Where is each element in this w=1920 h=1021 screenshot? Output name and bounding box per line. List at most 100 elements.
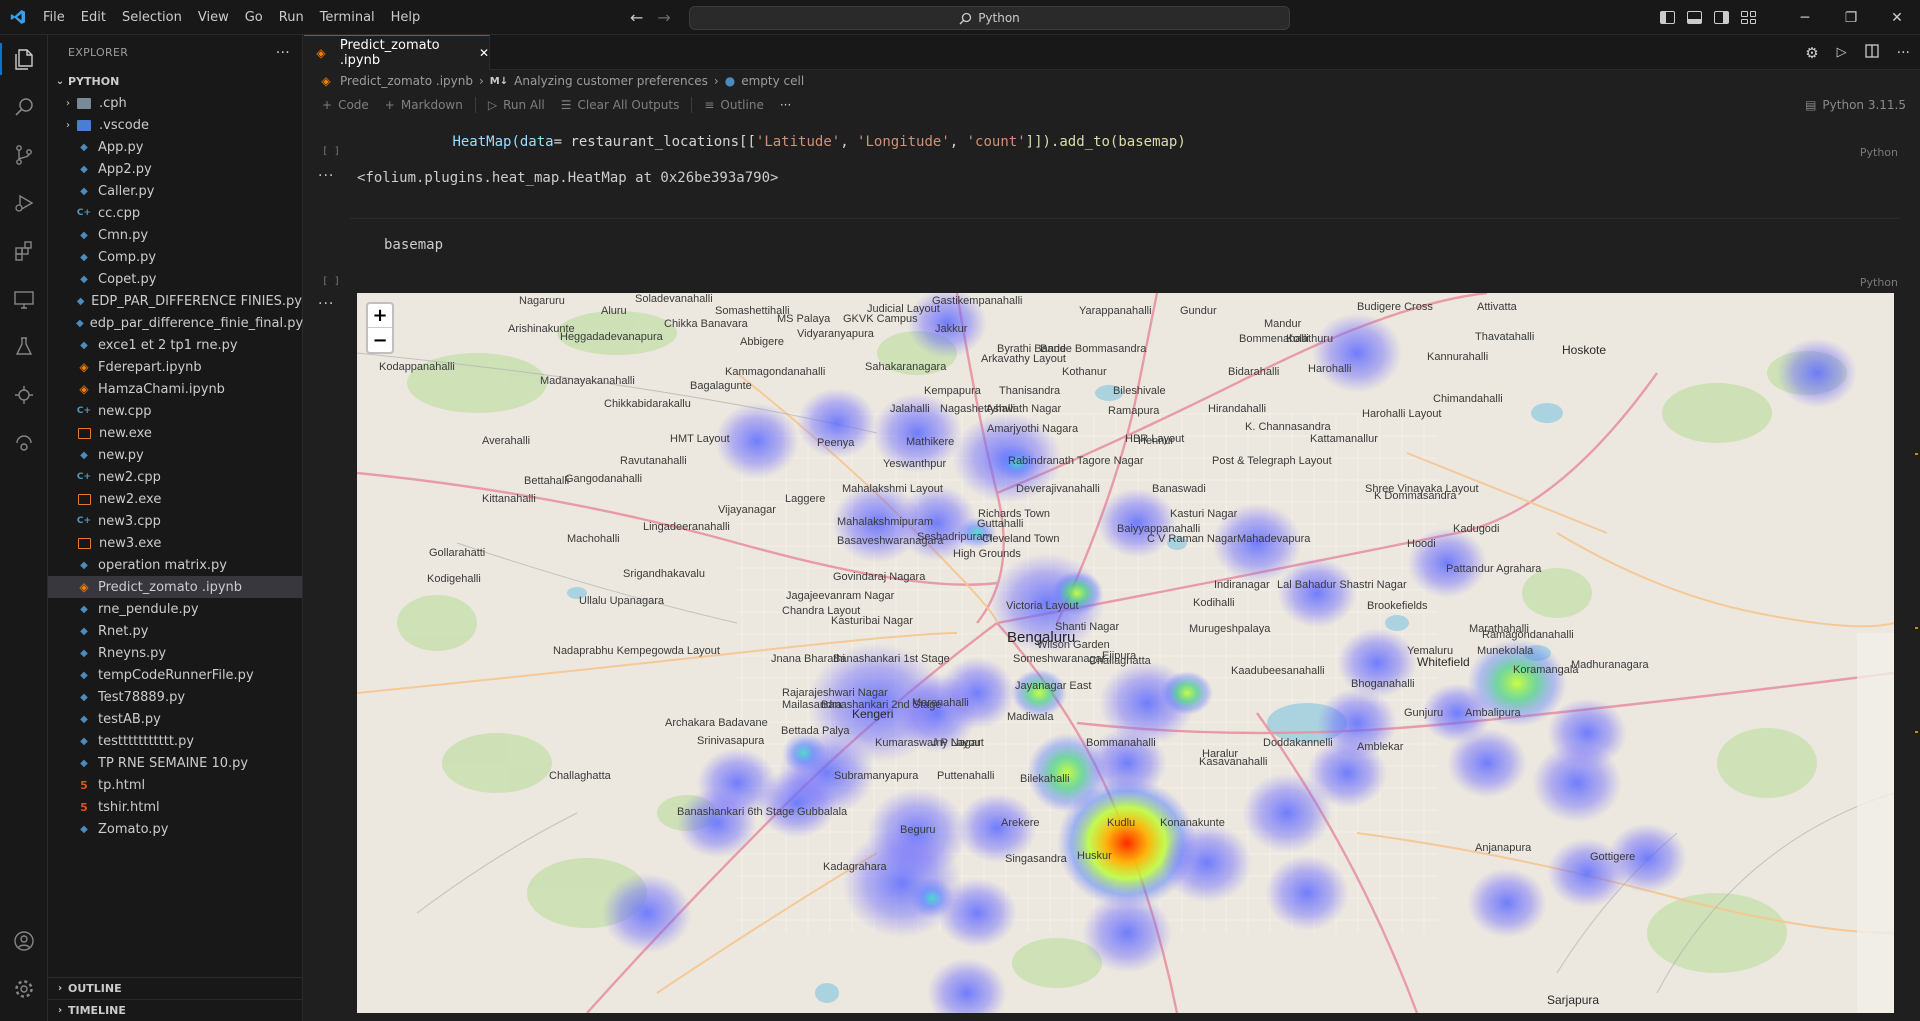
clear-outputs-button[interactable]: ☰ Clear All Outputs: [553, 98, 688, 112]
file-tree-item[interactable]: ◆ Copet.py: [48, 268, 302, 290]
map-place-label: Kasturi Nagar: [1170, 508, 1238, 520]
account-icon[interactable]: [0, 917, 48, 965]
testing-icon[interactable]: [0, 323, 48, 371]
outline-button[interactable]: ≡ Outline: [696, 98, 771, 112]
file-tree-item[interactable]: ◆ tempCodeRunnerFile.py: [48, 664, 302, 686]
file-tree-item[interactable]: ◆ Rneyns.py: [48, 642, 302, 664]
folium-map-output[interactable]: + − Soladevanahalli Somashettihalli Judici…: [357, 293, 1894, 1013]
file-tree-item[interactable]: ◆ edp_par_difference_finie_final.py: [48, 312, 303, 334]
menu-terminal[interactable]: Terminal: [312, 0, 383, 35]
customize-layout-icon[interactable]: [1741, 11, 1756, 24]
forward-arrow-icon[interactable]: →: [657, 8, 670, 27]
file-tree-item[interactable]: new.exe: [48, 422, 302, 444]
split-editor-icon[interactable]: [1864, 43, 1879, 62]
file-tree-item[interactable]: › .vscode: [48, 114, 302, 136]
source-control-icon[interactable]: [0, 131, 48, 179]
file-tree-item[interactable]: ◆ Rnet.py: [48, 620, 302, 642]
folder-header[interactable]: ⌄ PYTHON: [48, 70, 302, 92]
menu-selection[interactable]: Selection: [114, 0, 190, 35]
breadcrumb: ◈ Predict_zomato .ipynb › M↓ Analyzing c…: [304, 70, 1920, 92]
extensions-icon[interactable]: [0, 227, 48, 275]
menu-view[interactable]: View: [190, 0, 237, 35]
run-debug-icon[interactable]: [0, 179, 48, 227]
menu-edit[interactable]: Edit: [73, 0, 114, 35]
search-icon[interactable]: [0, 83, 48, 131]
add-markdown-cell-button[interactable]: + Markdown: [377, 98, 471, 112]
code-token: 'count': [966, 134, 1026, 150]
remote-explorer-icon[interactable]: [0, 275, 48, 323]
notebook-settings-gear-icon[interactable]: ⚙: [1805, 44, 1818, 62]
timeline-section[interactable]: › TIMELINE: [48, 999, 303, 1021]
file-tree-item[interactable]: C+ new2.cpp: [48, 466, 302, 488]
file-tree-item[interactable]: ◈ HamzaChami.ipynb: [48, 378, 302, 400]
menu-file[interactable]: File: [35, 0, 73, 35]
more-actions-icon[interactable]: ···: [1897, 45, 1910, 61]
tab-predict-zomato[interactable]: ◈ Predict_zomato .ipynb ✕: [304, 35, 490, 70]
file-tree-item[interactable]: ◈ Fderepart.ipynb: [48, 356, 302, 378]
zoom-in-button[interactable]: +: [368, 304, 392, 328]
menu-run[interactable]: Run: [271, 0, 312, 35]
close-window-button[interactable]: ✕: [1874, 0, 1920, 35]
map-place-label: Mandur: [1264, 318, 1302, 330]
editor-scrollbar[interactable]: [1906, 153, 1920, 1021]
zoom-out-button[interactable]: −: [368, 328, 392, 352]
toolbar-more-button[interactable]: ···: [772, 98, 799, 112]
kernel-picker[interactable]: ▤ Python 3.11.5: [1805, 92, 1906, 118]
file-tree-item[interactable]: ◆ Caller.py: [48, 180, 302, 202]
file-tree-item[interactable]: C+ new.cpp: [48, 400, 302, 422]
file-tree-item[interactable]: ◆ Test78889.py: [48, 686, 302, 708]
file-tree-item[interactable]: ◆ testAB.py: [48, 708, 302, 730]
toggle-primary-sidebar-icon[interactable]: [1660, 11, 1675, 24]
file-tree-item[interactable]: new3.exe: [48, 532, 302, 554]
menu-help[interactable]: Help: [383, 0, 429, 35]
breadcrumb-cell[interactable]: empty cell: [741, 74, 804, 88]
output-actions-icon[interactable]: ···: [318, 168, 334, 184]
python-envs-icon[interactable]: [0, 419, 48, 467]
output-actions-icon[interactable]: ···: [318, 296, 334, 312]
file-tree-item[interactable]: ◆ rne_pendule.py: [48, 598, 302, 620]
run-all-button[interactable]: ▷ Run All: [480, 98, 553, 112]
cell-code[interactable]: basemap: [384, 237, 443, 253]
explorer-icon[interactable]: [0, 35, 48, 83]
file-tree-item[interactable]: C+ new3.cpp: [48, 510, 302, 532]
file-tree-item[interactable]: 5 tshir.html: [48, 796, 302, 818]
settings-gear-icon[interactable]: [0, 965, 48, 1013]
file-tree-item[interactable]: ◆ App2.py: [48, 158, 302, 180]
file-tree-item[interactable]: ◆ Zomato.py: [48, 818, 302, 840]
map-place-label: C V Raman Nagar: [1147, 533, 1237, 545]
close-tab-icon[interactable]: ✕: [479, 46, 489, 60]
file-tree-item[interactable]: ◆ new.py: [48, 444, 302, 466]
more-actions-icon[interactable]: ···: [276, 45, 290, 61]
back-arrow-icon[interactable]: ←: [630, 8, 643, 27]
file-tree-item[interactable]: ◆ Comp.py: [48, 246, 302, 268]
run-notebook-icon[interactable]: ▷: [1837, 45, 1847, 60]
file-tree-item[interactable]: ◆ operation matrix.py: [48, 554, 302, 576]
minimize-button[interactable]: ─: [1782, 0, 1828, 35]
file-tree-item[interactable]: 5 tp.html: [48, 774, 302, 796]
outline-section[interactable]: › OUTLINE: [48, 977, 303, 999]
breadcrumb-file[interactable]: Predict_zomato .ipynb: [340, 74, 473, 88]
menu-go[interactable]: Go: [237, 0, 271, 35]
python-file-icon: ◆: [80, 449, 88, 461]
file-tree-item[interactable]: › .cph: [48, 92, 302, 114]
file-tree-item[interactable]: new2.exe: [48, 488, 302, 510]
code-cell[interactable]: basemap: [350, 218, 1899, 276]
file-tree-item[interactable]: ◆ testtttttttttt.py: [48, 730, 302, 752]
file-tree-item[interactable]: ◆ App.py: [48, 136, 302, 158]
file-tree-item[interactable]: ◆ TP RNE SEMAINE 10.py: [48, 752, 302, 774]
toggle-panel-icon[interactable]: [1687, 11, 1702, 24]
file-tree-item[interactable]: ◈ Predict_zomato .ipynb: [48, 576, 302, 598]
command-center-search[interactable]: Python: [689, 6, 1290, 30]
toggle-secondary-sidebar-icon[interactable]: [1714, 11, 1729, 24]
file-tree-item[interactable]: ◆ exce1 et 2 tp1 rne.py: [48, 334, 302, 356]
add-code-cell-button[interactable]: + Code: [314, 98, 377, 112]
file-tree-item[interactable]: ◆ Cmn.py: [48, 224, 302, 246]
cell-language-label[interactable]: Python: [1860, 276, 1898, 289]
file-tree-item[interactable]: C+ cc.cpp: [48, 202, 302, 224]
file-tree-item[interactable]: ◆ EDP_PAR_DIFFERENCE FINIES.py: [48, 290, 302, 312]
restore-button[interactable]: ❐: [1828, 0, 1874, 35]
breadcrumb-section[interactable]: Analyzing customer preferences: [514, 74, 708, 88]
jupyter-icon[interactable]: [0, 371, 48, 419]
cell-language-label[interactable]: Python: [1860, 146, 1898, 159]
map-place-label: Guttahalli: [977, 518, 1024, 530]
